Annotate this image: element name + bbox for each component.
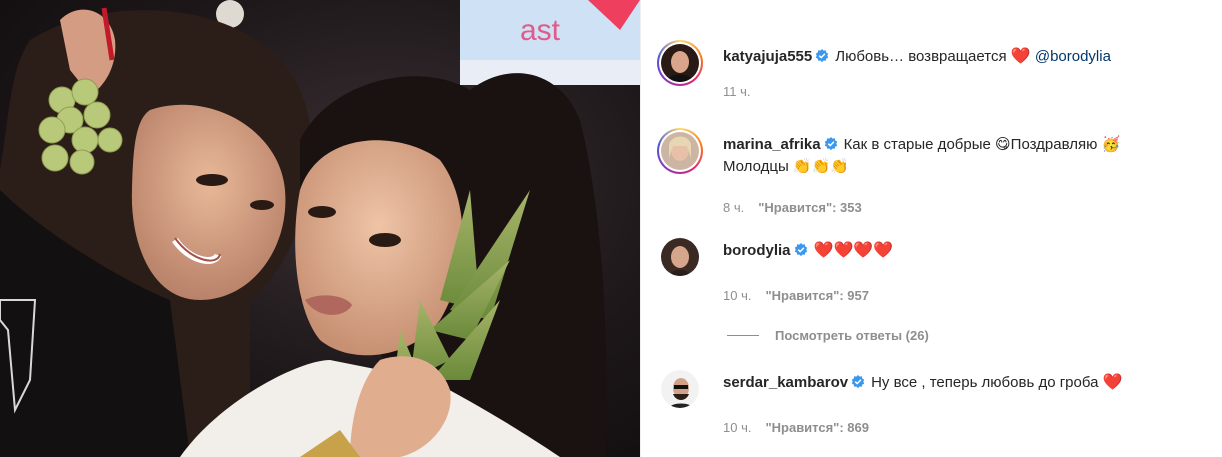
comment-text-2: Поздравляю [1010,136,1098,153]
heart-emoji-icon: ❤️ [1010,48,1031,65]
comment-meta: 10 ч. "Нравится": 957 [723,288,869,303]
avatar [661,132,699,170]
view-replies-button[interactable]: Посмотреть ответы (26) [727,328,929,343]
comment-body: katyajuja555 Любовь… возвращается ❤️ @bor… [723,46,1213,68]
hearts-emoji-icon: ❤️❤️❤️❤️ [813,242,894,259]
comment-time[interactable]: 8 ч. [723,200,744,215]
verified-badge-icon [824,136,838,151]
comment-meta: 8 ч. "Нравится": 353 [723,200,862,215]
heart-emoji-icon: ❤️ [1102,374,1123,391]
replies-divider [727,335,759,336]
verified-badge-icon [851,374,865,389]
avatar[interactable] [661,238,699,276]
comment-body: borodylia ❤️❤️❤️❤️ [723,240,1213,262]
comment-time[interactable]: 10 ч. [723,420,751,435]
avatar-ring[interactable] [657,128,703,174]
comment-text: Любовь… возвращается [835,48,1007,65]
comment-meta: 11 ч. [723,84,751,99]
comment-text: Ну все , теперь любовь до гроба [871,374,1099,391]
post-photo[interactable]: ast [0,0,640,457]
avatar [661,44,699,82]
comment-text-3: Молодцы [723,158,789,175]
clap-emoji-icon: 👏👏👏 [792,158,849,175]
comment-likes[interactable]: "Нравится": 957 [765,288,869,303]
comment-meta: 10 ч. "Нравится": 869 [723,420,869,435]
comment-time[interactable]: 11 ч. [723,84,751,99]
comment-username[interactable]: marina_afrika [723,136,821,153]
comment-likes[interactable]: "Нравится": 353 [758,200,862,215]
photo-illustration: ast [0,0,640,457]
verified-badge-icon [815,48,829,63]
verified-badge-icon [794,242,808,257]
mention-link[interactable]: @borodylia [1035,48,1111,65]
comment-username[interactable]: katyajuja555 [723,48,812,65]
view-replies-label: Посмотреть ответы (26) [775,328,929,343]
comment-text: Как в старые добрые [843,136,991,153]
yum-emoji-icon: 😋 [995,136,1011,153]
avatar-ring[interactable] [657,40,703,86]
comment-username[interactable]: borodylia [723,242,791,259]
party-emoji-icon: 🥳 [1101,136,1121,153]
comment-likes[interactable]: "Нравится": 869 [765,420,869,435]
comment-username[interactable]: serdar_kambarov [723,374,848,391]
sign-text: ast [520,14,561,47]
comments-panel: katyajuja555 Любовь… возвращается ❤️ @bor… [641,0,1222,457]
avatar[interactable] [661,370,699,408]
comment-body: marina_afrika Как в старые добрые 😋Поздра… [723,134,1213,178]
comment-time[interactable]: 10 ч. [723,288,751,303]
comment-body: serdar_kambarov Ну все , теперь любовь до… [723,372,1213,394]
